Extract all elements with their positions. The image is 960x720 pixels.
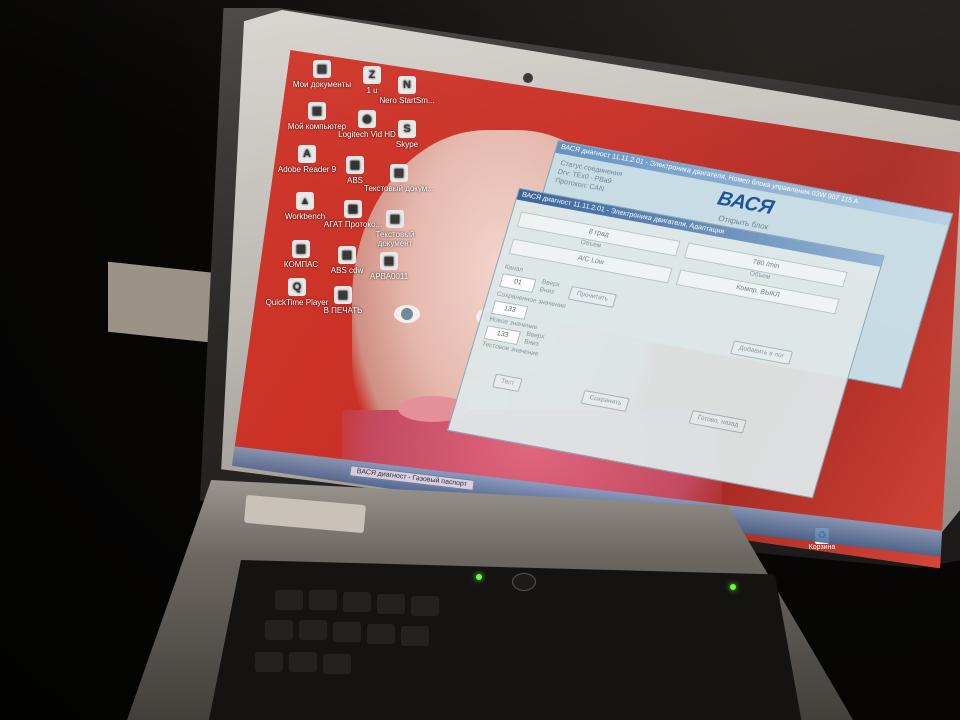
keyboard-key (323, 654, 351, 674)
keyboard-key (289, 652, 317, 672)
desktop-icon-text_doc2[interactable]: ▤ Текстовый документ (360, 210, 430, 248)
keyboard-key (367, 624, 395, 644)
value-down-button[interactable]: Вниз (523, 338, 539, 347)
keyboard-key (299, 620, 327, 640)
power-button (512, 573, 536, 591)
keyboard-key (377, 594, 405, 614)
keyboard-key (333, 622, 361, 642)
status-led-icon (730, 584, 736, 590)
desktop-icon-print[interactable]: ▤ В ПЕЧАТЬ (308, 286, 378, 315)
print-icon: ▤ (334, 286, 352, 304)
keyboard-key (309, 590, 337, 610)
abs-icon: ▦ (346, 156, 364, 174)
quicktime-icon: Q (288, 278, 306, 296)
keyboard-key (255, 652, 283, 672)
keyboard-key (411, 596, 439, 616)
kompas-icon: ▥ (292, 240, 310, 258)
desktop-icon-label: Nero StartSm... (379, 96, 435, 105)
desktop-icon-text_doc[interactable]: ▤ Текстовый докум... (364, 164, 434, 193)
adobe-icon: A (298, 145, 316, 163)
test-button[interactable]: Тест (492, 373, 524, 393)
desktop-icon-ap[interactable]: ▤ АРВА0011 (354, 252, 424, 281)
skype-icon: S (398, 120, 416, 138)
desktop-icon-skype[interactable]: S Skype (372, 120, 442, 149)
text_doc-icon: ▤ (390, 164, 408, 182)
add-to-log-button[interactable]: Добавить в лог (730, 340, 793, 365)
desktop-icon-label: Текстовый докум... (364, 184, 434, 193)
keyboard-key (265, 620, 293, 640)
channel-label: Канал (503, 263, 524, 274)
keyboard (205, 560, 805, 720)
workbench-icon: ▲ (296, 192, 314, 210)
read-button[interactable]: Прочитать (567, 285, 617, 308)
webcam-icon (523, 73, 533, 83)
desktop-icon-label: В ПЕЧАТЬ (323, 306, 363, 315)
ap-icon: ▤ (380, 252, 398, 270)
save-button[interactable]: Сохранить (580, 390, 631, 412)
photo-scene: ▤ Мои документы Z 1 u N Nero StartSm... ▣ Мой к… (0, 0, 960, 720)
my_computer-icon: ▣ (308, 102, 326, 120)
keyboard-key (275, 590, 303, 610)
desktop-icon-label: ABS (346, 176, 363, 185)
channel-input[interactable]: 01 (498, 273, 537, 293)
desktop-icon-label: АРВА0011 (369, 272, 409, 281)
nero-icon: N (398, 76, 416, 94)
wallpaper-eye-left (394, 305, 420, 323)
done-back-button[interactable]: Готово, назад (688, 410, 747, 434)
status-led-icon (476, 574, 482, 580)
channel-down-button[interactable]: Вниз (539, 286, 555, 295)
keyboard-key (343, 592, 371, 612)
desktop-icon-label: Skype (395, 140, 419, 149)
my_docs-icon: ▤ (313, 60, 331, 78)
keyboard-key (401, 626, 429, 646)
desktop-icon-nero[interactable]: N Nero StartSm... (372, 76, 442, 105)
text_doc2-icon: ▤ (386, 210, 404, 228)
